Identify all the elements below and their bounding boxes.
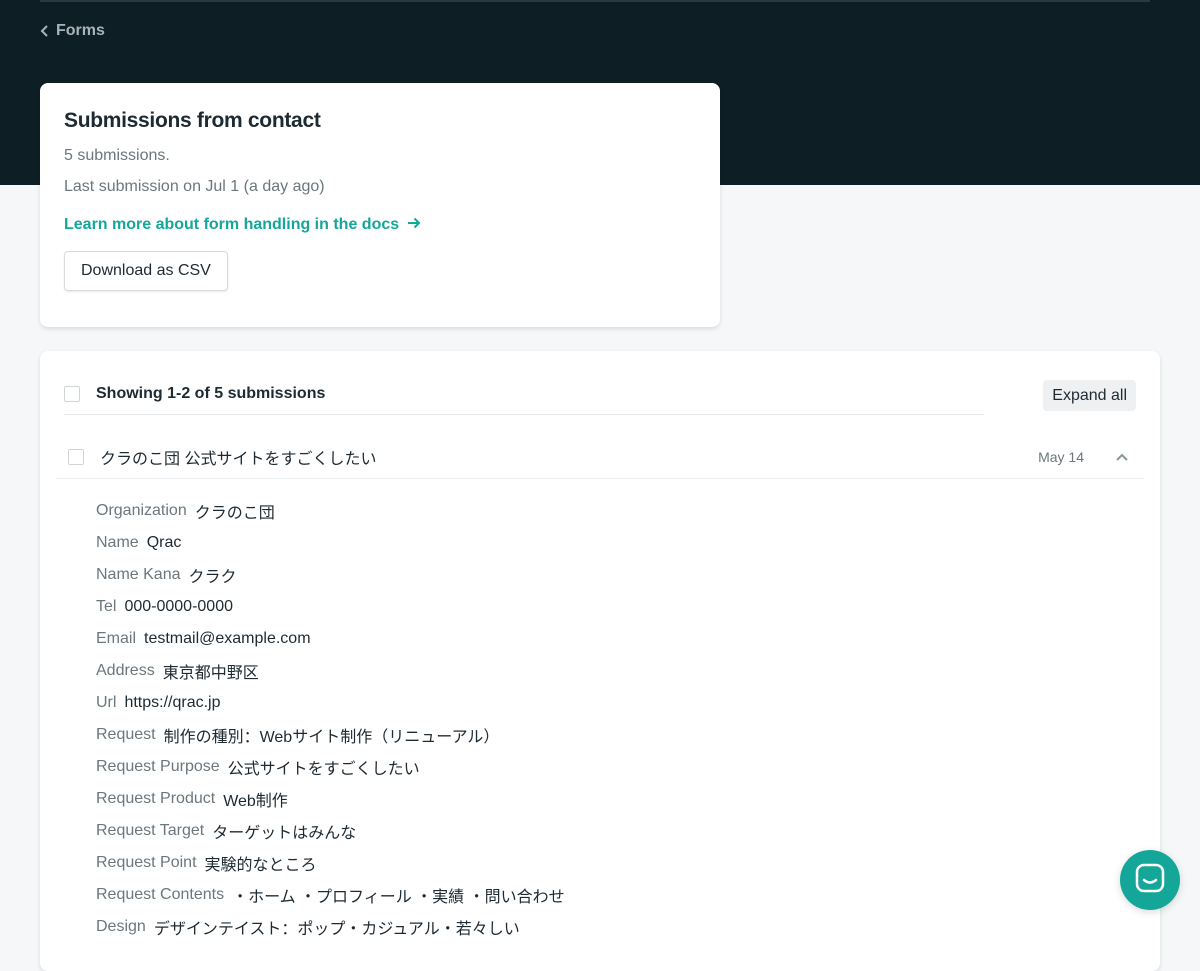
docs-link[interactable]: Learn more about form handling in the do… [64, 216, 421, 234]
field-value: クラク [188, 569, 237, 586]
chevron-left-icon [38, 25, 50, 37]
select-all-checkbox[interactable] [64, 385, 80, 402]
field-key: Request Contents [96, 886, 225, 903]
submission-count: 5 submissions. [64, 147, 170, 164]
field-value: デザインテイスト：ポップ・カジュアル・若々しい [153, 921, 520, 938]
field-row: Request Product Web制作 [96, 783, 1096, 815]
field-key: Name Kana [96, 566, 181, 583]
download-csv-button[interactable]: Download as CSV [64, 251, 228, 291]
header-divider [40, 0, 1150, 2]
chat-icon [1135, 863, 1165, 898]
chat-launcher-button[interactable] [1120, 850, 1180, 910]
back-link-label: Forms [56, 22, 105, 39]
submission-date: May 14 [1038, 448, 1084, 465]
field-key: Request [96, 726, 156, 743]
submission-checkbox[interactable] [68, 448, 84, 465]
field-row: Request Contents ・ホーム ・プロフィール ・実績 ・問い合わせ [96, 879, 1096, 911]
summary-card: Submissions from contact 5 submissions. … [40, 83, 720, 327]
submissions-list-card: Showing 1-2 of 5 submissions Expand all … [40, 351, 1160, 971]
back-to-forms-link[interactable]: Forms [38, 22, 105, 40]
field-value: 000-0000-0000 [124, 598, 233, 615]
submission-row[interactable]: クラのこ団 公式サイトをすごくしたい May 14 [56, 435, 1144, 479]
chevron-up-icon[interactable] [1112, 447, 1132, 467]
page-title: Submissions from contact [64, 109, 321, 132]
field-value: https://qrac.jp [124, 694, 221, 711]
field-key: Request Target [96, 822, 205, 839]
field-value: Web制作 [223, 793, 288, 810]
field-value: 実験的なところ [204, 857, 317, 874]
last-submission-text: Last submission on Jul 1 (a day ago) [64, 178, 325, 195]
list-header: Showing 1-2 of 5 submissions [64, 379, 984, 415]
field-value: クラのこ団 [194, 505, 275, 522]
field-key: Request Point [96, 854, 197, 871]
field-key: Tel [96, 598, 117, 615]
field-row: Tel 000-0000-0000 [96, 591, 1096, 623]
field-row: Url https://qrac.jp [96, 687, 1096, 719]
field-key: Organization [96, 502, 187, 519]
field-key: Request Purpose [96, 758, 220, 775]
field-value: 東京都中野区 [162, 665, 259, 682]
expand-all-button[interactable]: Expand all [1043, 380, 1136, 411]
field-row: Address 東京都中野区 [96, 655, 1096, 687]
field-value: ターゲットはみんな [212, 825, 357, 842]
field-key: Url [96, 694, 117, 711]
field-row: Request 制作の種別：Webサイト制作（リニューアル） [96, 719, 1096, 751]
field-row: Request Purpose 公式サイトをすごくしたい [96, 751, 1096, 783]
field-value: 制作の種別：Webサイト制作（リニューアル） [163, 729, 500, 746]
field-row: Request Target ターゲットはみんな [96, 815, 1096, 847]
arrow-right-icon [407, 216, 421, 234]
field-key: Request Product [96, 790, 216, 807]
field-key: Name [96, 534, 139, 551]
field-key: Email [96, 630, 137, 647]
field-row: Organization クラのこ団 [96, 495, 1096, 527]
submission-title: クラのこ団 公式サイトをすごくしたい [100, 450, 377, 468]
submission-fields: Organization クラのこ団 Name Qrac Name Kana クラク Tel… [96, 495, 1096, 943]
field-key: Design [96, 918, 146, 935]
field-row: Name Kana クラク [96, 559, 1096, 591]
field-row: Design デザインテイスト：ポップ・カジュアル・若々しい [96, 911, 1096, 943]
field-row: Email testmail@example.com [96, 623, 1096, 655]
field-value: ・ホーム ・プロフィール ・実績 ・問い合わせ [232, 889, 565, 906]
docs-link-label: Learn more about form handling in the do… [64, 216, 400, 233]
field-key: Address [96, 662, 155, 679]
field-value: Qrac [146, 534, 182, 551]
field-row: Name Qrac [96, 527, 1096, 559]
showing-count: Showing 1-2 of 5 submissions [96, 384, 326, 402]
field-row: Request Point 実験的なところ [96, 847, 1096, 879]
field-value: testmail@example.com [144, 630, 311, 647]
field-value: 公式サイトをすごくしたい [227, 761, 420, 778]
